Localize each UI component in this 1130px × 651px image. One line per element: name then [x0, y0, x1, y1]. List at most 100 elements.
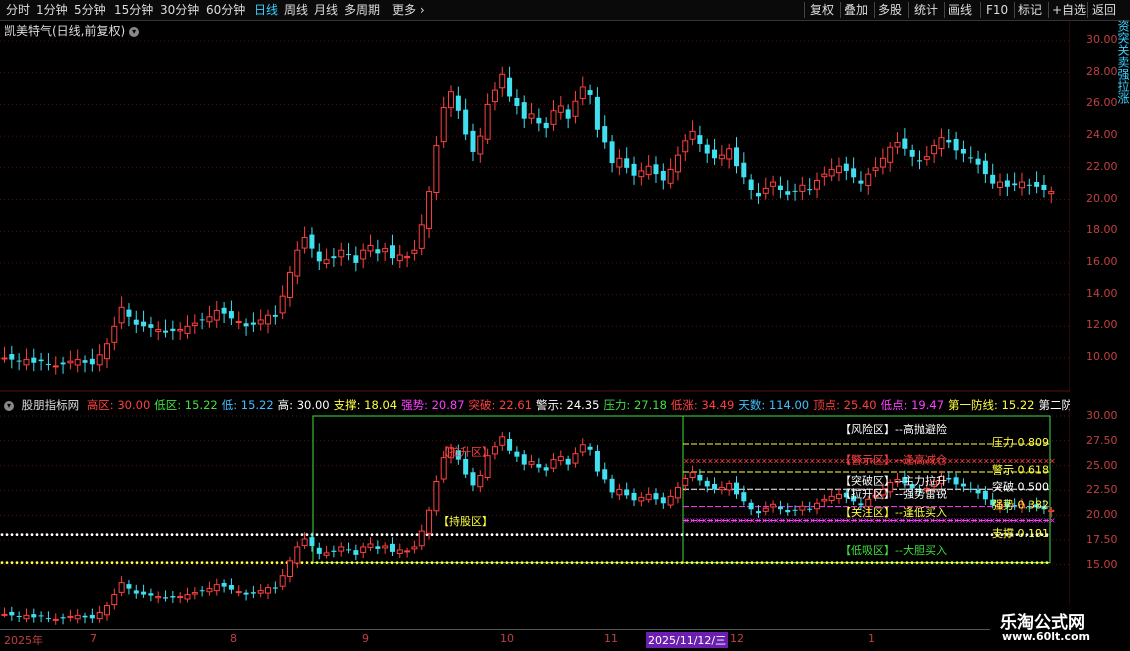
floor-dot [255, 561, 259, 565]
floor-dot [630, 561, 634, 565]
x-label: 2025年 [4, 634, 43, 647]
floor-dot [1000, 561, 1004, 565]
period-more[interactable]: 更多 › [392, 2, 425, 18]
support-dot [95, 533, 99, 537]
candle-body [16, 360, 22, 362]
support-dot [525, 533, 529, 537]
period-intraday[interactable]: 分时 [6, 2, 30, 18]
candle-body [514, 97, 520, 106]
candle-body [997, 181, 1004, 188]
period-30min[interactable]: 30分钟 [160, 2, 199, 18]
candle-body [448, 91, 455, 109]
candle-body [82, 615, 88, 618]
candle-body [484, 455, 491, 478]
period-multi[interactable]: 多周期 [344, 2, 380, 18]
candle-body [433, 480, 440, 512]
y-tick-label: 17.50 [1086, 533, 1118, 546]
x-label: 1 [868, 632, 875, 645]
side-info-strip: 资突关卖强拉涨 [1116, 20, 1130, 104]
floor-dot [330, 561, 334, 565]
floor-dot [365, 561, 369, 565]
floor-dot [270, 561, 274, 565]
candle-body [726, 482, 733, 491]
draw-line-button[interactable]: 画线 [948, 0, 972, 20]
floor-dot [510, 561, 514, 565]
f10-button[interactable]: F10 [986, 0, 1008, 20]
candle-body [755, 511, 761, 514]
restore-rights-button[interactable]: 复权 [810, 0, 834, 20]
candle-body [785, 510, 791, 513]
divider [874, 2, 875, 18]
candle-body [265, 314, 272, 325]
floor-dot [500, 561, 504, 565]
floor-dot [875, 561, 879, 565]
support-dot [695, 533, 699, 537]
support-dot [650, 533, 654, 537]
candlestick-chart[interactable] [0, 20, 1070, 392]
period-15min[interactable]: 15分钟 [114, 2, 153, 18]
support-dot [895, 533, 899, 537]
x-label: 9 [362, 632, 369, 645]
candle-body [653, 164, 659, 175]
period-1min[interactable]: 1分钟 [36, 2, 68, 18]
candle-body [89, 358, 95, 365]
period-weekly[interactable]: 周线 [284, 2, 308, 18]
support-dot [935, 533, 939, 537]
floor-dot [225, 561, 229, 565]
candle-body [170, 596, 176, 598]
floor-dot [555, 561, 559, 565]
support-dot [360, 533, 364, 537]
support-dot [500, 533, 504, 537]
candle-body [799, 184, 806, 192]
floor-dot [470, 561, 474, 565]
candle-body [777, 506, 783, 510]
floor-dot [45, 561, 49, 565]
floor-dot [565, 561, 569, 565]
candle-body [396, 254, 403, 262]
candle-body [507, 438, 513, 451]
floor-dot [610, 561, 614, 565]
divider [908, 2, 909, 18]
period-monthly[interactable]: 月线 [314, 2, 338, 18]
support-dot [620, 533, 624, 537]
candle-body [184, 594, 191, 600]
indicator-chart[interactable]: ××××××××××××××××××××××××××××××××××××××××… [0, 406, 1070, 628]
multi-stock-button[interactable]: 多股 [878, 0, 902, 20]
add-watchlist-button[interactable]: +自选 [1052, 0, 1086, 20]
period-60min[interactable]: 60分钟 [206, 2, 245, 18]
floor-dot [620, 561, 624, 565]
floor-dot [155, 561, 159, 565]
period-daily[interactable]: 日线 [254, 2, 278, 18]
support-dot [125, 533, 129, 537]
back-button[interactable]: 返回 [1092, 0, 1116, 20]
floor-dot [440, 561, 444, 565]
floor-dot [900, 561, 904, 565]
support-dot [370, 533, 374, 537]
candle-body [96, 611, 103, 620]
support-dot [290, 533, 294, 537]
overlay-button[interactable]: 叠加 [844, 0, 868, 20]
support-dot [340, 533, 344, 537]
floor-dot [720, 561, 724, 565]
floor-dot [380, 561, 384, 565]
candle-body [872, 167, 879, 171]
candle-body [316, 547, 322, 554]
candle-body [960, 483, 966, 487]
candle-body [272, 587, 278, 589]
support-dot [115, 533, 119, 537]
floor-dot [825, 561, 829, 565]
floor-dot [390, 561, 394, 565]
support-dot [55, 533, 59, 537]
candle-body [126, 309, 132, 317]
floor-dot [5, 561, 9, 565]
floor-dot [485, 561, 489, 565]
support-dot [685, 533, 689, 537]
statistics-button[interactable]: 统计 [914, 0, 938, 20]
period-5min[interactable]: 5分钟 [74, 2, 106, 18]
support-dot [315, 533, 319, 537]
support-dot [545, 533, 549, 537]
support-dot [770, 533, 774, 537]
zone-label: 【警示区】--逢高减仓 [840, 453, 947, 467]
candle-body [807, 189, 813, 191]
mark-button[interactable]: 标记 [1018, 0, 1042, 20]
